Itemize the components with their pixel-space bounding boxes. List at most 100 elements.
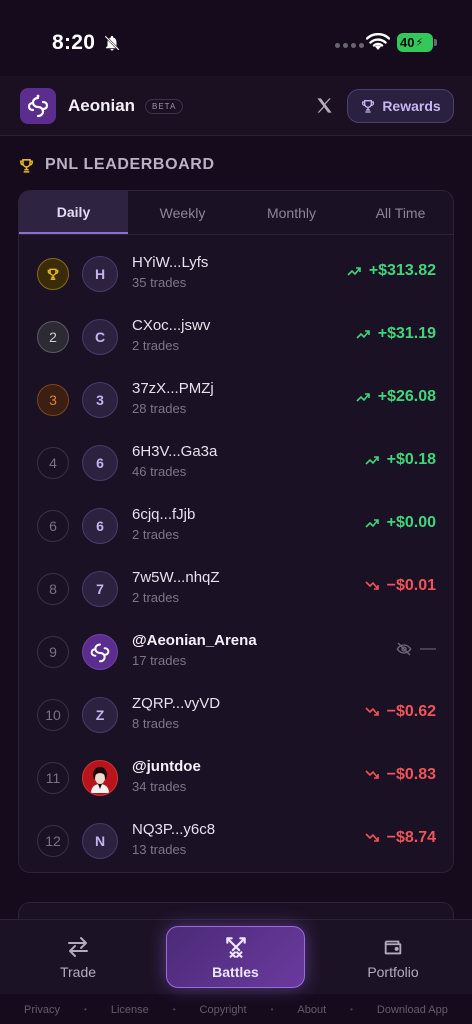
trend-down-icon <box>365 707 379 716</box>
bottom-nav: Trade Battles Portfolio <box>0 919 472 994</box>
separator-dot: • <box>172 1005 176 1014</box>
separator-dot: • <box>350 1005 353 1014</box>
period-tabs: Daily Weekly Monthly All Time <box>19 191 453 235</box>
beta-badge: BETA <box>145 99 184 114</box>
trend-up-icon <box>356 330 370 339</box>
pnl-value: +$31.19 <box>356 325 436 343</box>
trade-count: 28 trades <box>132 401 187 416</box>
footer-link-license[interactable]: License <box>111 1004 149 1016</box>
trade-count: 2 trades <box>132 527 179 542</box>
nav-portfolio-label: Portfolio <box>367 963 419 980</box>
trader-name: CXoc...jswv <box>132 317 211 334</box>
pnl-amount: +$31.19 <box>377 325 436 342</box>
pnl-value: — <box>396 640 436 658</box>
trade-count: 35 trades <box>132 275 187 290</box>
pnl-amount: +$313.82 <box>368 262 436 279</box>
tab-monthly[interactable]: Monthly <box>237 191 346 234</box>
eye-off-icon <box>396 642 412 656</box>
nav-battles-label: Battles <box>212 964 259 980</box>
trend-down-icon <box>365 833 379 842</box>
wallet-icon <box>384 940 402 954</box>
leaderboard-row[interactable]: H HYiW...Lyfs 35 trades +$313.82 <box>19 245 453 308</box>
avatar: 6 <box>82 508 118 544</box>
tab-all-time[interactable]: All Time <box>346 191 453 234</box>
nav-trade-label: Trade <box>59 963 97 980</box>
avatar: H <box>82 256 118 292</box>
nav-trade[interactable]: Trade <box>30 920 126 995</box>
x-social-icon[interactable] <box>315 96 334 115</box>
section-title: PNL LEADERBOARD <box>45 156 215 173</box>
rank-badge: 4 <box>37 447 69 479</box>
trend-up-icon <box>365 456 379 465</box>
leaderboard-row[interactable]: 11 @juntdoe 34 trades −$0.83 <box>19 749 453 812</box>
trade-count: 8 trades <box>132 716 179 731</box>
footer-link-privacy[interactable]: Privacy <box>24 1004 60 1016</box>
pnl-value: −$0.83 <box>365 766 436 784</box>
pnl-value: −$0.62 <box>365 703 436 721</box>
pnl-value: −$8.74 <box>365 829 436 847</box>
rank-badge: 12 <box>37 825 69 857</box>
avatar-aeonian-logo-icon <box>82 634 118 670</box>
tab-daily[interactable]: Daily <box>19 191 128 234</box>
trader-name: @juntdoe <box>132 758 201 775</box>
separator-dot: • <box>270 1005 274 1014</box>
rank-badge: 2 <box>37 321 69 353</box>
leaderboard-row[interactable]: 12 N NQ3P...y6c8 13 trades −$8.74 <box>19 812 453 872</box>
trader-name: NQ3P...y6c8 <box>132 821 216 838</box>
rank-badge <box>37 258 69 290</box>
trader-name: 6cjq...fJjb <box>132 506 196 523</box>
leaderboard-row[interactable]: 4 6 6H3V...Ga3a 46 trades +$0.18 <box>19 434 453 497</box>
pnl-value: +$0.18 <box>365 451 436 469</box>
rank-badge: 9 <box>37 636 69 668</box>
trader-name: ZQRP...vyVD <box>132 695 221 712</box>
leaderboard-list: H HYiW...Lyfs 35 trades +$313.82 2 C CXo… <box>19 245 453 872</box>
trend-up-icon <box>356 393 370 402</box>
trade-count: 34 trades <box>132 779 187 794</box>
rank-badge: 8 <box>37 573 69 605</box>
rewards-label: Rewards <box>382 98 441 114</box>
battery-level: 40 <box>400 35 415 50</box>
trophy-icon <box>362 100 375 113</box>
pnl-amount: −$0.62 <box>386 703 436 720</box>
nav-battles[interactable]: Battles <box>166 926 305 988</box>
leaderboard-row[interactable]: 3 3 37zX...PMZj 28 trades +$26.08 <box>19 371 453 434</box>
trade-count: 2 trades <box>132 590 179 605</box>
trend-up-icon <box>347 267 361 276</box>
avatar: 7 <box>82 571 118 607</box>
leaderboard-row[interactable]: 10 Z ZQRP...vyVD 8 trades −$0.62 <box>19 686 453 749</box>
app-logo-icon[interactable] <box>20 88 56 124</box>
wifi-icon <box>366 33 390 50</box>
pnl-amount: +$0.00 <box>386 514 436 531</box>
trade-count: 46 trades <box>132 464 187 479</box>
footer-links: Privacy • License • Copyright • About • … <box>0 995 472 1024</box>
status-bar: 8:20 40 ⚡ <box>0 0 472 80</box>
app-header: Aeonian BETA Rewards <box>0 76 472 136</box>
leaderboard-row[interactable]: 8 7 7w5W...nhqZ 2 trades −$0.01 <box>19 560 453 623</box>
pnl-amount: −$0.01 <box>386 577 436 594</box>
footer-link-about[interactable]: About <box>297 1004 326 1016</box>
rank-badge: 10 <box>37 699 69 731</box>
nav-portfolio[interactable]: Portfolio <box>344 920 442 995</box>
trader-name: 37zX...PMZj <box>132 380 214 397</box>
footer-link-copyright[interactable]: Copyright <box>200 1004 247 1016</box>
rank-badge: 11 <box>37 762 69 794</box>
separator-dot: • <box>84 1005 87 1014</box>
swap-icon <box>68 936 88 957</box>
rewards-button[interactable]: Rewards <box>347 89 454 123</box>
leaderboard-row[interactable]: 2 C CXoc...jswv 2 trades +$31.19 <box>19 308 453 371</box>
leaderboard-card: Daily Weekly Monthly All Time H HYiW...L… <box>18 190 454 873</box>
avatar: Z <box>82 697 118 733</box>
bell-off-icon <box>104 35 120 51</box>
status-time: 8:20 <box>52 31 96 54</box>
app-name: Aeonian <box>68 96 136 115</box>
leaderboard-row[interactable]: 6 6 6cjq...fJjb 2 trades +$0.00 <box>19 497 453 560</box>
tab-weekly[interactable]: Weekly <box>128 191 237 234</box>
footer-link-download-app[interactable]: Download App <box>377 1004 448 1016</box>
leaderboard-row[interactable]: 9 @Aeonian_Arena 17 trades — <box>19 623 453 686</box>
pnl-amount: −$0.83 <box>386 766 436 783</box>
trader-name: 7w5W...nhqZ <box>132 569 220 586</box>
battery-tip <box>434 39 437 46</box>
trend-down-icon <box>365 581 379 590</box>
pnl-value: +$26.08 <box>356 388 436 406</box>
battery-icon: 40 ⚡ <box>397 33 433 52</box>
